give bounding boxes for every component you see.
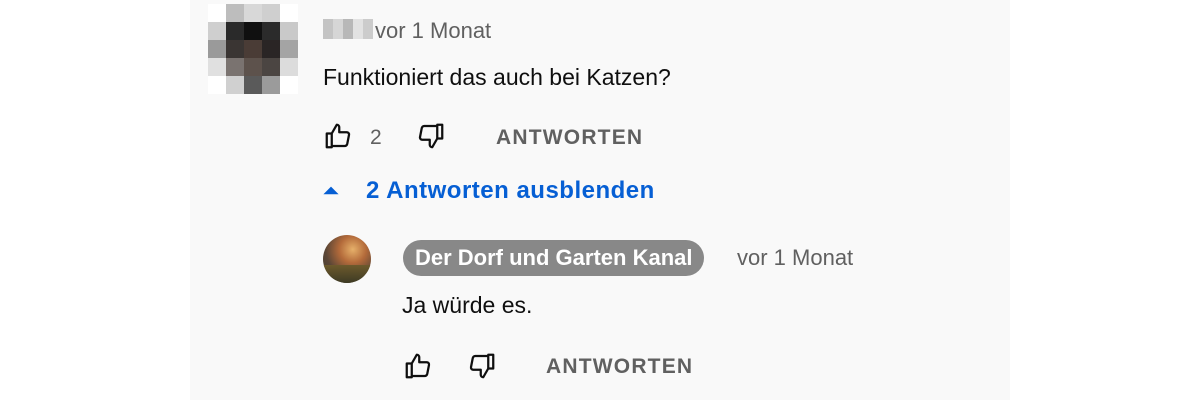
comment-text: Funktioniert das auch bei Katzen? — [323, 64, 671, 90]
commenter-avatar[interactable] — [208, 4, 298, 94]
reply-button[interactable]: ANTWORTEN — [496, 127, 643, 148]
dislike-button[interactable] — [415, 120, 447, 152]
reply-like-button[interactable] — [402, 350, 434, 382]
reply-dislike-button[interactable] — [466, 350, 498, 382]
commenter-name-redacted — [323, 19, 373, 39]
thumb-down-icon — [469, 353, 495, 379]
like-count: 2 — [370, 126, 382, 149]
hide-replies-label: 2 Antworten ausblenden — [366, 177, 655, 204]
like-button[interactable] — [322, 120, 354, 152]
reply-author-avatar[interactable] — [323, 235, 371, 283]
caret-up-icon — [323, 186, 339, 195]
thumb-up-icon — [405, 353, 431, 379]
hide-replies-toggle[interactable]: 2 Antworten ausblenden — [318, 178, 655, 204]
reply-timestamp[interactable]: vor 1 Monat — [737, 247, 853, 269]
reply-reply-button[interactable]: ANTWORTEN — [546, 356, 693, 377]
reply-text: Ja würde es. — [402, 292, 533, 318]
comment-timestamp[interactable]: vor 1 Monat — [375, 20, 491, 42]
thumb-up-icon — [325, 123, 351, 149]
thumb-down-icon — [418, 123, 444, 149]
reply-author-badge[interactable]: Der Dorf und Garten Kanal — [403, 240, 705, 276]
